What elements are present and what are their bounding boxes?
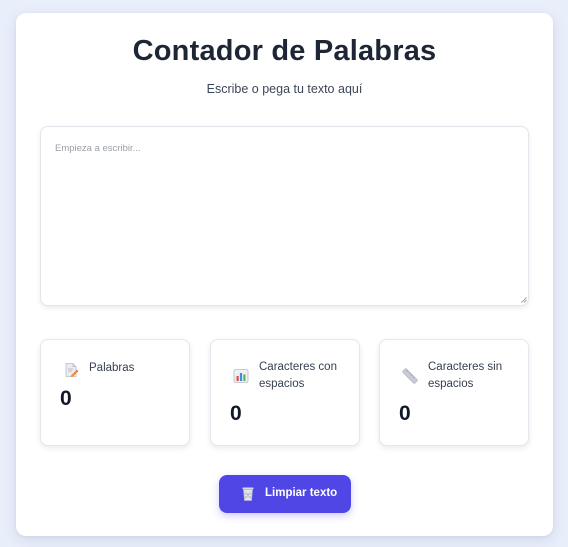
clear-text-button[interactable]: Limpiar texto [219, 475, 351, 513]
stat-card-chars-with-spaces: Caracteres con espacios 0 [210, 339, 360, 446]
page-subtitle: Escribe o pega tu texto aquí [206, 82, 363, 96]
memo-icon [65, 363, 79, 377]
resize-handle-icon[interactable] [521, 297, 527, 303]
stat-card-chars-without-spaces: Caracteres sin espacios 0 [379, 339, 529, 446]
ruler-icon [402, 368, 418, 384]
stat-label-chars-without-spaces: Caracteres sin espacios [428, 361, 503, 390]
stat-value-chars-without-spaces: 0 [399, 402, 411, 425]
stat-label-words: Palabras [89, 362, 135, 374]
counter-card: Contador de Palabras Escribe o pega tu t… [16, 13, 553, 536]
stat-value-words: 0 [60, 387, 72, 410]
wastebasket-icon [242, 487, 254, 501]
stat-label-chars-with-spaces: Caracteres con espacios [259, 361, 337, 390]
text-input[interactable] [40, 126, 529, 306]
clear-text-label: Limpiar texto [265, 487, 338, 499]
bar-chart-icon [233, 369, 249, 383]
page-title: Contador de Palabras [132, 35, 437, 67]
stat-value-chars-with-spaces: 0 [230, 402, 242, 425]
stat-card-words: Palabras 0 [40, 339, 190, 446]
